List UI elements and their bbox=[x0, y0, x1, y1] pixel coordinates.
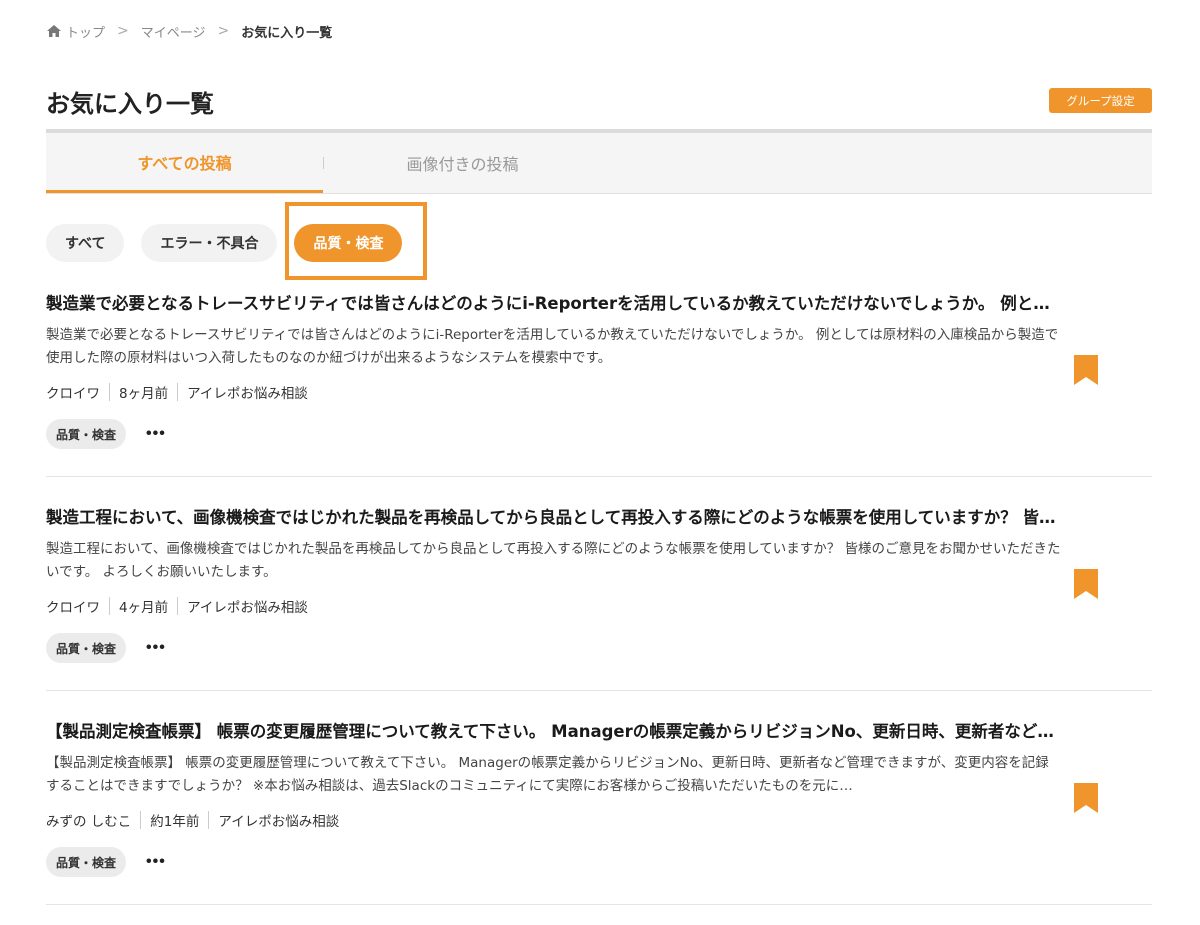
post-author[interactable]: みずの しむこ bbox=[46, 810, 131, 830]
post-tabs: すべての投稿 画像付きの投稿 bbox=[46, 129, 1152, 194]
post-category[interactable]: アイレポお悩み相談 bbox=[187, 382, 308, 402]
post-actions: 品質・検査 ••• bbox=[46, 419, 1152, 449]
post-actions: 品質・検査 ••• bbox=[46, 847, 1152, 877]
post-time: 8ヶ月前 bbox=[119, 386, 169, 402]
meta-divider bbox=[140, 811, 142, 829]
post-meta: みずの しむこ 約1年前 アイレポお悩み相談 bbox=[46, 809, 1152, 831]
filter-chip-error[interactable]: エラー・不具合 bbox=[141, 224, 278, 262]
post-tag[interactable]: 品質・検査 bbox=[46, 847, 127, 877]
post-meta: クロイワ 8ヶ月前 アイレポお悩み相談 bbox=[46, 381, 1152, 403]
post-excerpt: 【製品測定検査帳票】 帳票の変更履歴管理について教えて下さい。 Managerの… bbox=[46, 755, 1049, 794]
post-author[interactable]: クロイワ bbox=[46, 382, 100, 402]
post-time: 4ヶ月前 bbox=[119, 600, 169, 616]
meta-divider bbox=[177, 597, 179, 615]
post-item[interactable]: 製造工程において、画像機検査ではじかれた製品を再検品してから良品として再投入する… bbox=[46, 507, 1152, 691]
post-title[interactable]: 製造業で必要となるトレースサビリティでは皆さんはどのようにi-Reporterを… bbox=[46, 293, 1056, 315]
post-item[interactable]: 製造業で必要となるトレースサビリティでは皆さんはどのようにi-Reporterを… bbox=[46, 293, 1152, 477]
meta-divider bbox=[109, 597, 110, 615]
meta-divider bbox=[177, 383, 179, 401]
post-tag[interactable]: 品質・検査 bbox=[46, 633, 127, 663]
bookmark-icon[interactable] bbox=[1074, 569, 1098, 599]
more-options-icon[interactable]: ••• bbox=[146, 639, 166, 657]
filter-chip-quality[interactable]: 品質・検査 bbox=[294, 224, 403, 262]
post-meta: クロイワ 4ヶ月前 アイレポお悩み相談 bbox=[46, 595, 1152, 617]
breadcrumb: トップ > マイページ > お気に入り一覧 bbox=[46, 20, 332, 42]
meta-divider bbox=[208, 811, 210, 829]
post-author[interactable]: クロイワ bbox=[46, 596, 100, 616]
tab-all-posts[interactable]: すべての投稿 bbox=[46, 133, 323, 193]
post-excerpt: 製造工程において、画像機検査ではじかれた製品を再検品してから良品として再投入する… bbox=[46, 541, 1061, 580]
breadcrumb-home-link[interactable]: トップ bbox=[66, 22, 105, 41]
filter-chips: すべて エラー・不具合 品質・検査 bbox=[46, 224, 419, 262]
bookmark-icon[interactable] bbox=[1074, 783, 1098, 813]
tab-image-posts[interactable]: 画像付きの投稿 bbox=[324, 133, 601, 193]
post-actions: 品質・検査 ••• bbox=[46, 633, 1152, 663]
page-title: お気に入り一覧 bbox=[46, 90, 214, 118]
group-settings-button[interactable]: グループ設定 bbox=[1049, 88, 1152, 113]
post-title[interactable]: 製造工程において、画像機検査ではじかれた製品を再検品してから良品として再投入する… bbox=[46, 507, 1056, 529]
post-item[interactable]: 【製品測定検査帳票】 帳票の変更履歴管理について教えて下さい。 Managerの… bbox=[46, 721, 1152, 905]
breadcrumb-current: お気に入り一覧 bbox=[241, 25, 333, 41]
filter-chip-all[interactable]: すべて bbox=[46, 224, 125, 262]
breadcrumb-separator: > bbox=[117, 23, 129, 39]
more-options-icon[interactable]: ••• bbox=[146, 425, 166, 443]
more-options-icon[interactable]: ••• bbox=[146, 853, 166, 871]
breadcrumb-separator: > bbox=[217, 23, 230, 39]
post-tag[interactable]: 品質・検査 bbox=[46, 419, 127, 449]
post-time: 約1年前 bbox=[150, 814, 200, 830]
home-icon[interactable] bbox=[46, 24, 62, 38]
post-category[interactable]: アイレポお悩み相談 bbox=[187, 596, 308, 616]
meta-divider bbox=[109, 383, 110, 401]
post-excerpt: 製造業で必要となるトレースサビリティでは皆さんはどのようにi-Reporterを… bbox=[46, 327, 1059, 366]
post-title[interactable]: 【製品測定検査帳票】 帳票の変更履歴管理について教えて下さい。 Managerの… bbox=[46, 721, 1056, 743]
breadcrumb-mypage-link[interactable]: マイページ bbox=[141, 22, 206, 41]
bookmark-icon[interactable] bbox=[1074, 355, 1098, 385]
post-category[interactable]: アイレポお悩み相談 bbox=[218, 810, 339, 830]
